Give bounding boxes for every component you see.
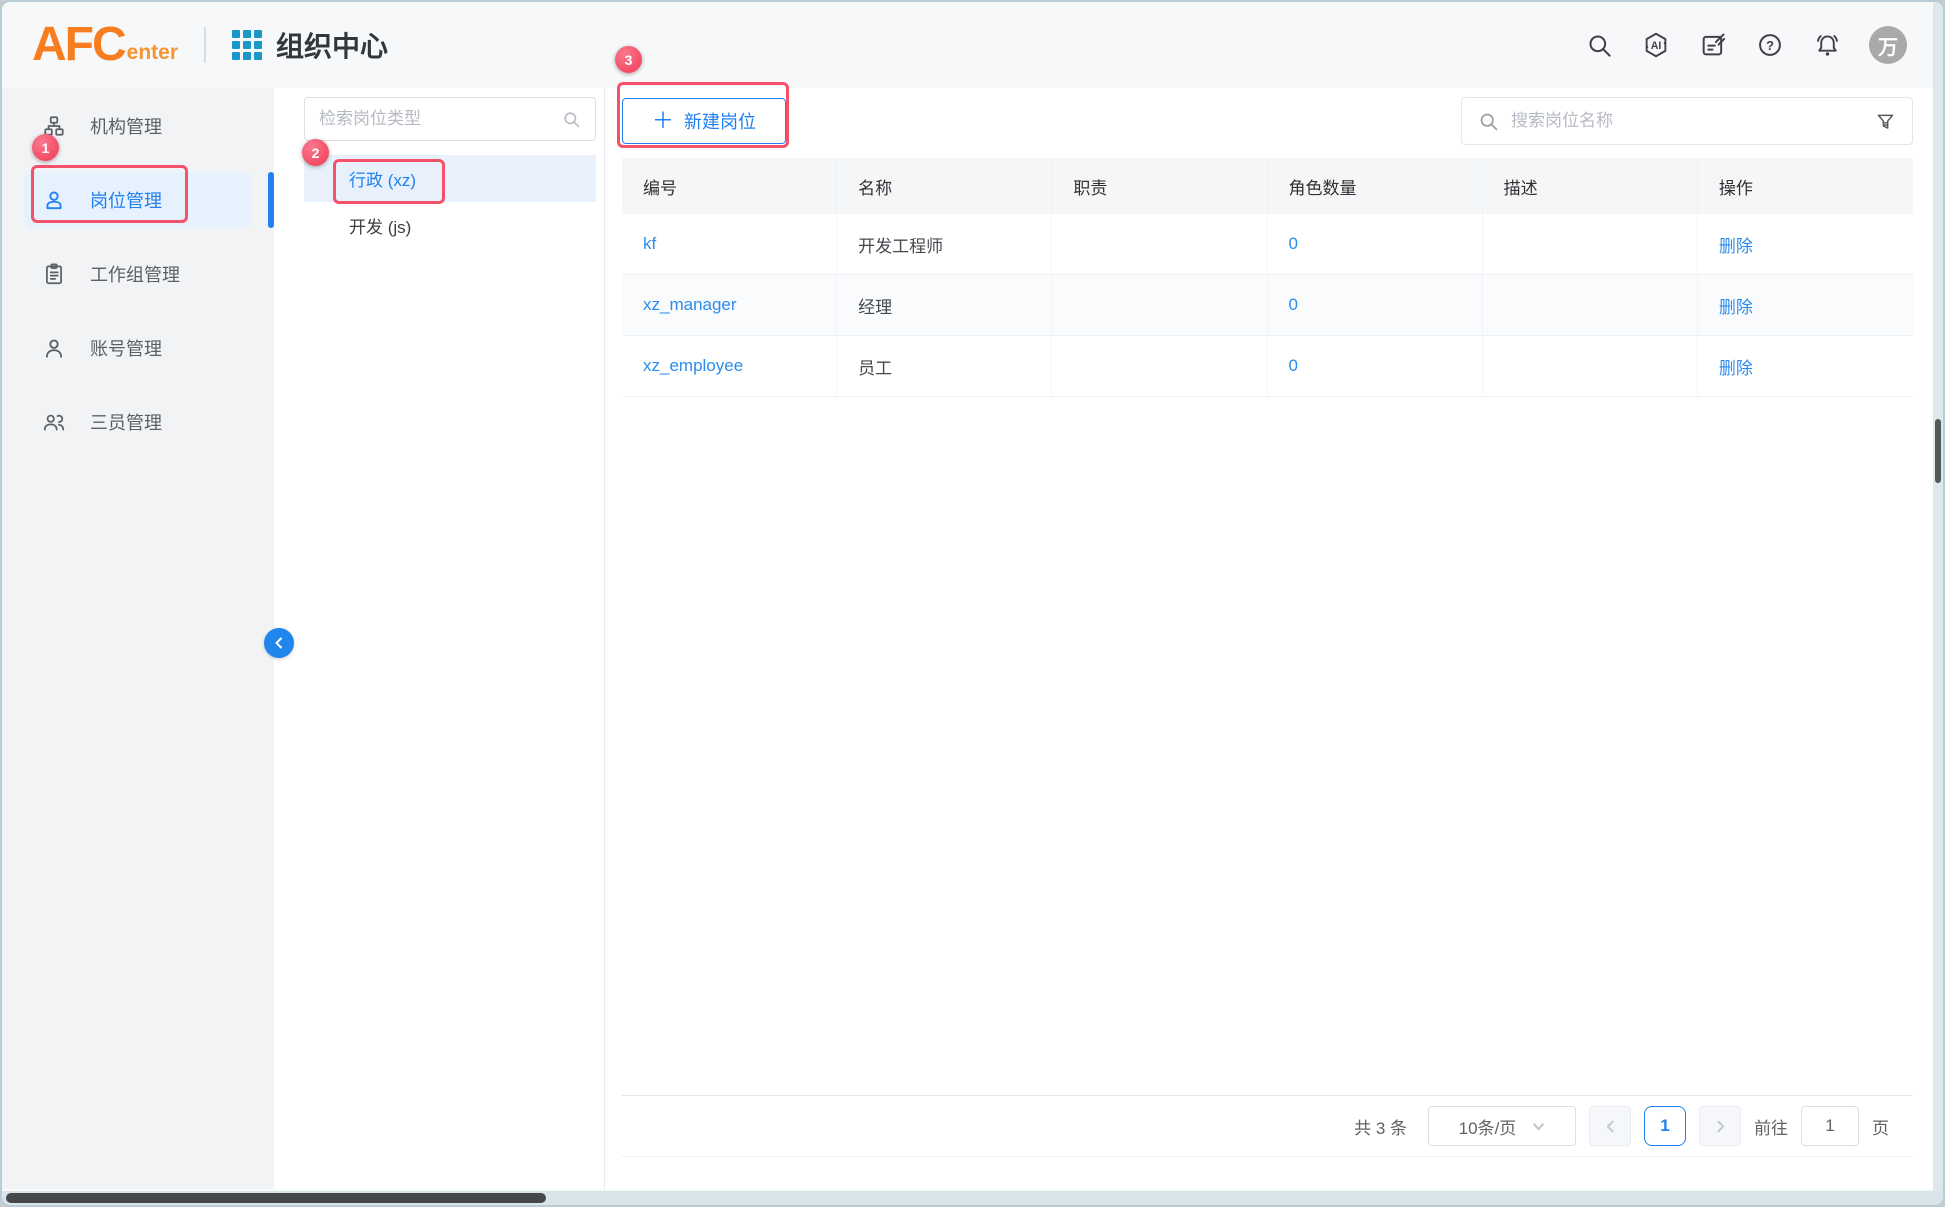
- column-header: 职责: [1052, 158, 1267, 214]
- page-size-value: 10条/页: [1459, 1114, 1517, 1139]
- user-avatar[interactable]: 万: [1869, 26, 1907, 64]
- type-search-input[interactable]: [319, 109, 562, 129]
- prev-page-button[interactable]: [1589, 1106, 1631, 1146]
- type-item-xz[interactable]: 行政 (xz): [304, 155, 596, 202]
- table-row: xz_employee 员工 0 删除: [622, 336, 1913, 397]
- total-count-label: 共 3 条: [1354, 1114, 1407, 1139]
- type-item-label: 开发 (js): [349, 213, 411, 238]
- column-header: 名称: [837, 158, 1052, 214]
- next-page-button[interactable]: [1699, 1106, 1741, 1146]
- sidebar-item-position-management[interactable]: 岗位管理: [24, 172, 252, 228]
- grid-menu-icon: [232, 30, 262, 60]
- feedback-note-icon[interactable]: [1698, 30, 1728, 60]
- position-code-link[interactable]: kf: [643, 234, 656, 254]
- account-person-icon: [42, 336, 66, 360]
- org-chart-icon: [42, 114, 66, 138]
- sidebar-item-workgroup-management[interactable]: 工作组管理: [2, 246, 274, 302]
- search-icon[interactable]: [1584, 30, 1614, 60]
- table-row: xz_manager 经理 0 删除: [622, 275, 1913, 336]
- delete-link[interactable]: 删除: [1719, 293, 1753, 318]
- column-header: 描述: [1483, 158, 1698, 214]
- search-icon: [562, 110, 581, 129]
- group-people-icon: [42, 410, 66, 434]
- position-type-panel: 行政 (xz) 开发 (js): [274, 88, 604, 1189]
- header-actions: AI ?: [1584, 26, 1943, 64]
- top-header: AFC enter 组织中心 AI: [2, 2, 1943, 88]
- ai-assistant-icon[interactable]: AI: [1641, 30, 1671, 60]
- role-count-link[interactable]: 0: [1289, 356, 1298, 376]
- left-sidebar: 机构管理 岗位管理 工: [2, 88, 274, 1189]
- svg-text:AI: AI: [1651, 40, 1662, 52]
- horizontal-scrollbar-thumb[interactable]: [6, 1193, 546, 1203]
- type-item-label: 行政 (xz): [349, 166, 416, 191]
- type-item-js[interactable]: 开发 (js): [304, 202, 596, 249]
- svg-text:?: ?: [1766, 38, 1774, 53]
- main-panel: ＋ 新建岗位: [604, 88, 1943, 1189]
- sidebar-collapse-button[interactable]: [264, 628, 294, 658]
- sidebar-item-account-management[interactable]: 账号管理: [2, 320, 274, 376]
- chevron-right-icon: [1714, 1120, 1727, 1133]
- header-divider: [204, 27, 206, 63]
- toolbar: ＋ 新建岗位: [622, 97, 1913, 145]
- pagination-bar: 共 3 条 10条/页 1 前: [622, 1095, 1913, 1157]
- table-header-row: 编号 名称 职责 角色数量 描述 操作: [622, 158, 1913, 214]
- role-count-link[interactable]: 0: [1289, 234, 1298, 254]
- module-switcher[interactable]: 组织中心: [232, 25, 388, 65]
- type-search-box: [304, 97, 596, 141]
- position-search-input[interactable]: [1511, 111, 1863, 131]
- vertical-scrollbar[interactable]: [1933, 2, 1943, 1191]
- chevron-left-icon: [1604, 1120, 1617, 1133]
- chevron-down-icon: [1532, 1120, 1545, 1133]
- sidebar-item-org-management[interactable]: 机构管理: [2, 98, 274, 154]
- positions-table: 编号 名称 职责 角色数量 描述 操作 kf 开发工程师 0 删除: [622, 158, 1913, 397]
- content-area: 机构管理 岗位管理 工: [2, 88, 1943, 1189]
- brand-logo: AFC enter: [32, 25, 178, 66]
- search-icon: [1478, 111, 1499, 132]
- clipboard-icon: [42, 262, 66, 286]
- sidebar-item-label: 三员管理: [90, 409, 162, 435]
- column-header: 编号: [622, 158, 837, 214]
- vertical-scrollbar-thumb[interactable]: [1935, 419, 1941, 483]
- sidebar-item-label: 机构管理: [90, 113, 162, 139]
- page-size-select[interactable]: 10条/页: [1428, 1106, 1576, 1146]
- sidebar-item-label: 工作组管理: [90, 261, 180, 287]
- position-code-link[interactable]: xz_employee: [643, 356, 743, 376]
- plus-icon: ＋: [652, 110, 674, 132]
- current-page-button[interactable]: 1: [1644, 1106, 1686, 1146]
- sidebar-item-three-member-management[interactable]: 三员管理: [2, 394, 274, 450]
- app-window: AFC enter 组织中心 AI: [0, 0, 1945, 1207]
- notifications-bell-icon[interactable]: [1812, 30, 1842, 60]
- position-name: 经理: [858, 293, 892, 318]
- new-position-button-label: 新建岗位: [684, 108, 756, 134]
- position-search-box: [1461, 97, 1913, 145]
- position-person-icon: [42, 188, 66, 212]
- column-header: 操作: [1698, 158, 1913, 214]
- page-unit-label: 页: [1872, 1114, 1889, 1139]
- horizontal-scrollbar[interactable]: [2, 1191, 1943, 1205]
- logo-suffix-text: enter: [127, 41, 178, 65]
- help-icon[interactable]: ?: [1755, 30, 1785, 60]
- position-name: 开发工程师: [858, 232, 943, 257]
- table-row: kf 开发工程师 0 删除: [622, 214, 1913, 275]
- role-count-link[interactable]: 0: [1289, 295, 1298, 315]
- new-position-button[interactable]: ＋ 新建岗位: [622, 98, 786, 144]
- sidebar-item-label: 账号管理: [90, 335, 162, 361]
- delete-link[interactable]: 删除: [1719, 354, 1753, 379]
- sidebar-item-label: 岗位管理: [90, 187, 162, 213]
- goto-label: 前往: [1754, 1114, 1788, 1139]
- column-header: 角色数量: [1268, 158, 1483, 214]
- position-name: 员工: [858, 354, 892, 379]
- delete-link[interactable]: 删除: [1719, 232, 1753, 257]
- position-code-link[interactable]: xz_manager: [643, 295, 737, 315]
- logo-text: AFC: [32, 25, 125, 66]
- table-body: kf 开发工程师 0 删除 xz_manager 经理 0 删除: [622, 214, 1913, 397]
- goto-page-input[interactable]: [1801, 1106, 1859, 1146]
- page-title: 组织中心: [276, 25, 388, 65]
- filter-funnel-icon[interactable]: [1875, 111, 1896, 132]
- active-item-indicator: [268, 172, 274, 228]
